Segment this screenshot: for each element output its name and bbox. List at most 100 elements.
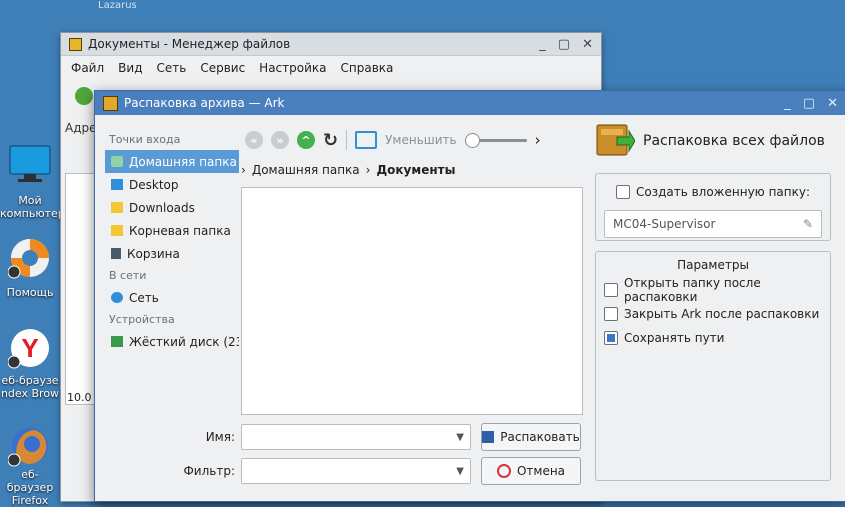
option-open-folder[interactable]: Открыть папку после распаковки bbox=[604, 276, 822, 304]
menu-help[interactable]: Справка bbox=[341, 61, 394, 75]
option-close-ark-box[interactable] bbox=[604, 307, 618, 321]
computer-label[interactable]: Мой компьютер bbox=[0, 194, 65, 220]
desktop-folder-icon bbox=[111, 179, 123, 190]
place-network-label: Сеть bbox=[129, 290, 159, 305]
firefox-label[interactable]: еб-браузер Firefox bbox=[0, 468, 60, 507]
root-folder-icon bbox=[111, 225, 123, 236]
option-close-ark[interactable]: Закрыть Ark после распаковки bbox=[604, 302, 822, 326]
cancel-button[interactable]: Отмена bbox=[481, 457, 581, 485]
menu-settings[interactable]: Настройка bbox=[259, 61, 326, 75]
menu-network[interactable]: Сеть bbox=[156, 61, 186, 75]
close-icon[interactable]: ✕ bbox=[827, 96, 838, 111]
save-icon bbox=[482, 431, 495, 443]
place-harddisk[interactable]: Жёсткий диск (23... bbox=[105, 330, 239, 353]
name-row: Имя: ▼ Распаковать bbox=[95, 423, 581, 451]
toolbar-separator bbox=[346, 130, 348, 150]
network-icon bbox=[111, 292, 123, 303]
svg-text:Y: Y bbox=[21, 333, 38, 363]
file-manager-menubar: Файл Вид Сеть Сервис Настройка Справка bbox=[61, 56, 601, 80]
parameters-group: Параметры Открыть папку после распаковки… bbox=[595, 251, 831, 481]
option-open-folder-box[interactable] bbox=[604, 283, 618, 297]
subfolder-name-value: MC04-Supervisor bbox=[613, 217, 716, 231]
file-manager-title: Документы - Менеджер файлов bbox=[88, 37, 291, 51]
place-home-label: Домашняя папка bbox=[129, 154, 237, 169]
place-desktop-label: Desktop bbox=[129, 177, 179, 192]
create-subfolder-box[interactable] bbox=[615, 185, 630, 199]
place-harddisk-label: Жёсткий диск (23... bbox=[129, 334, 239, 349]
yandex-browser-icon[interactable]: Y bbox=[7, 326, 52, 370]
back-icon[interactable] bbox=[75, 87, 93, 105]
back-icon[interactable]: « bbox=[245, 131, 263, 149]
navigation-toolbar: « » ^ ↻ Уменьшить › bbox=[245, 127, 585, 153]
option-open-folder-label: Открыть папку после распаковки bbox=[624, 276, 761, 304]
breadcrumb: › Домашняя папка › Документы bbox=[241, 163, 455, 177]
minimize-icon[interactable]: _ bbox=[539, 37, 546, 52]
option-keep-paths-box[interactable] bbox=[604, 331, 618, 345]
forward-icon[interactable]: » bbox=[271, 131, 289, 149]
reload-icon[interactable]: ↻ bbox=[323, 130, 338, 151]
places-header: Точки входа bbox=[109, 133, 181, 146]
file-manager-titlebar[interactable]: Документы - Менеджер файлов _ ▢ ✕ bbox=[61, 33, 601, 56]
file-list-partial[interactable] bbox=[65, 173, 97, 405]
filter-row: Фильтр: ▼ Отмена bbox=[95, 457, 581, 485]
home-folder-icon bbox=[111, 156, 123, 167]
close-icon[interactable]: ✕ bbox=[582, 37, 593, 52]
breadcrumb-current[interactable]: Документы bbox=[376, 163, 455, 177]
cancel-button-label: Отмена bbox=[516, 464, 566, 478]
zoom-slider[interactable] bbox=[464, 133, 527, 148]
ark-titlebar[interactable]: Распаковка архива — Ark _ ▢ ✕ bbox=[95, 91, 845, 115]
place-network[interactable]: Сеть bbox=[105, 286, 239, 309]
up-icon[interactable]: ^ bbox=[297, 131, 315, 149]
downloads-folder-icon bbox=[111, 202, 123, 213]
filter-combobox[interactable]: ▼ bbox=[241, 458, 471, 484]
cancel-icon bbox=[496, 464, 511, 478]
yandex-label[interactable]: еб-браузе ndex Brow bbox=[0, 374, 60, 400]
place-desktop[interactable]: Desktop bbox=[105, 173, 239, 196]
place-trash-label: Корзина bbox=[127, 246, 180, 261]
minimize-icon[interactable]: _ bbox=[784, 96, 791, 111]
clear-icon[interactable]: ✎ bbox=[803, 217, 813, 231]
name-combobox[interactable]: ▼ bbox=[241, 424, 471, 450]
status-partial: 10.0 bbox=[67, 391, 92, 404]
menu-view[interactable]: Вид bbox=[118, 61, 142, 75]
menu-service[interactable]: Сервис bbox=[200, 61, 245, 75]
trash-icon bbox=[111, 248, 121, 259]
devices-header: Устройства bbox=[109, 313, 175, 326]
preview-icon[interactable] bbox=[355, 131, 378, 149]
place-root[interactable]: Корневая папка bbox=[105, 219, 239, 242]
chevron-right-icon[interactable]: › bbox=[535, 131, 541, 149]
maximize-icon[interactable]: ▢ bbox=[803, 96, 815, 111]
firefox-icon[interactable] bbox=[7, 424, 52, 468]
desktop-top-label: Lazarus bbox=[98, 0, 137, 11]
extract-button[interactable]: Распаковать bbox=[481, 423, 581, 451]
place-downloads[interactable]: Downloads bbox=[105, 196, 239, 219]
option-keep-paths[interactable]: Сохранять пути bbox=[604, 326, 822, 350]
harddisk-icon bbox=[111, 336, 123, 347]
create-subfolder-label: Создать вложенную папку: bbox=[635, 185, 811, 199]
places-panel: Точки входа Домашняя папка Desktop Downl… bbox=[105, 131, 239, 353]
maximize-icon[interactable]: ▢ bbox=[558, 37, 570, 52]
option-keep-paths-label: Сохранять пути bbox=[624, 331, 725, 345]
subfolder-name-input[interactable]: MC04-Supervisor ✎ bbox=[604, 210, 822, 238]
file-view[interactable] bbox=[241, 187, 583, 415]
zoom-slider-handle[interactable] bbox=[464, 133, 480, 148]
option-close-ark-label: Закрыть Ark после распаковки bbox=[624, 307, 820, 321]
chevron-down-icon: ▼ bbox=[456, 431, 464, 443]
extract-button-label: Распаковать bbox=[500, 430, 580, 444]
breadcrumb-home[interactable]: Домашняя папка bbox=[252, 163, 360, 177]
chevron-right-icon: › bbox=[241, 163, 246, 177]
computer-icon[interactable] bbox=[8, 142, 52, 186]
name-label: Имя: bbox=[205, 430, 235, 444]
help-label[interactable]: Помощь bbox=[0, 286, 60, 299]
folder-icon bbox=[69, 37, 82, 51]
place-trash[interactable]: Корзина bbox=[105, 242, 239, 265]
menu-file[interactable]: Файл bbox=[71, 61, 104, 75]
help-lifebuoy-icon[interactable] bbox=[7, 236, 52, 280]
place-home[interactable]: Домашняя папка bbox=[105, 150, 239, 173]
ark-extract-dialog[interactable]: Распаковка архива — Ark _ ▢ ✕ Точки вход… bbox=[94, 90, 845, 502]
address-label: Адре bbox=[65, 121, 97, 135]
ark-app-icon bbox=[103, 95, 118, 111]
parameters-title: Параметры bbox=[677, 258, 749, 272]
create-subfolder-checkbox[interactable]: Создать вложенную папку: bbox=[604, 180, 822, 204]
place-root-label: Корневая папка bbox=[129, 223, 231, 238]
